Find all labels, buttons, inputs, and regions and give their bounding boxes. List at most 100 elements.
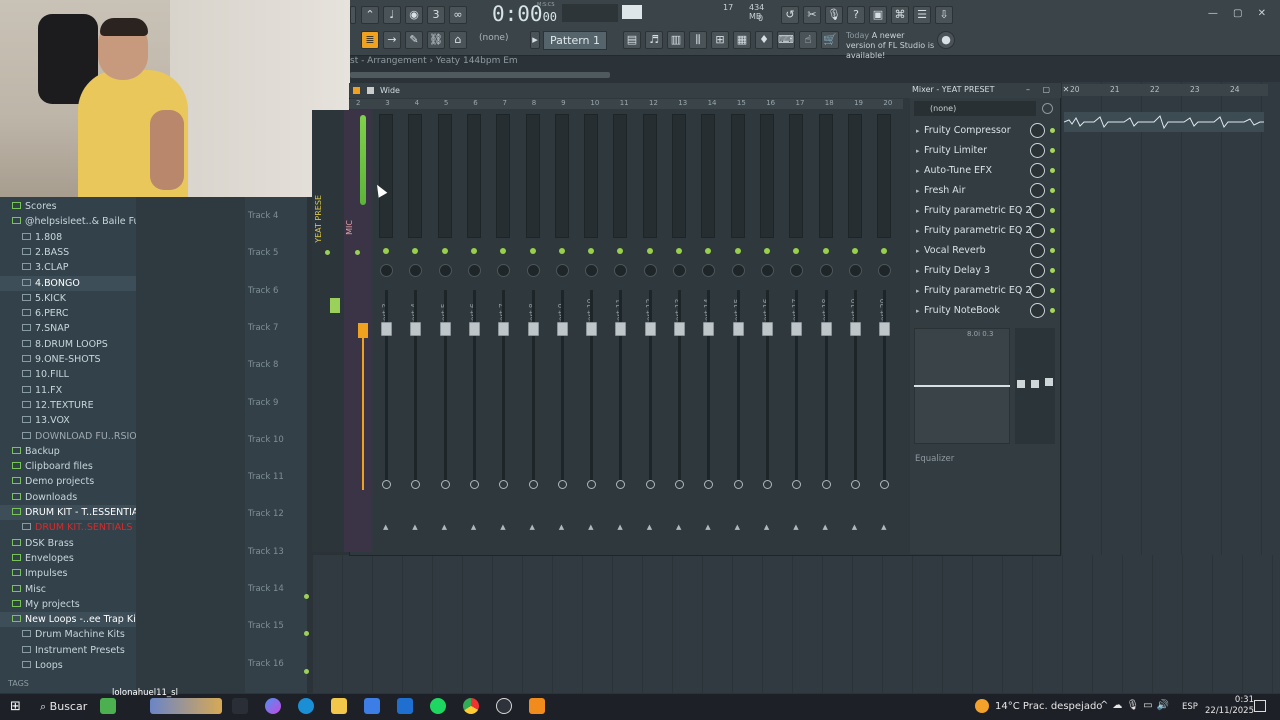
slot-expand-icon[interactable]: ▸ [916, 182, 920, 200]
track-enable-led[interactable] [304, 631, 309, 637]
effect-slot[interactable]: ▸ Fruity Compressor [913, 122, 1058, 140]
insert-enable-led[interactable] [470, 248, 477, 254]
insert-route-icon[interactable] [411, 480, 421, 489]
track-label[interactable]: Track 5 [248, 248, 278, 258]
browser-item[interactable]: 13.VOX [0, 413, 136, 428]
plugin-icon[interactable]: ⌘ [891, 6, 909, 24]
insert-enable-led[interactable] [851, 248, 858, 254]
master-enable-led[interactable] [325, 250, 330, 255]
track-enable-led[interactable] [304, 668, 309, 674]
download-icon[interactable]: ⇩ [935, 6, 953, 24]
insert-strip[interactable]: Insert 3▲ [373, 110, 400, 550]
browser-item[interactable]: DRUM KIT - T..ESSENTIALS [0, 505, 136, 520]
insert-route-icon[interactable] [880, 480, 890, 489]
insert-route-icon[interactable] [762, 480, 772, 489]
slot-expand-icon[interactable]: ▸ [916, 262, 920, 280]
browser-item[interactable]: Envelopes [0, 551, 136, 566]
insert-fader[interactable] [732, 322, 744, 336]
insert-pan-knob[interactable] [467, 264, 481, 277]
slot-mix-knob[interactable] [1030, 203, 1045, 218]
master-strip[interactable] [312, 110, 344, 552]
slot-enable-led[interactable] [1050, 148, 1055, 153]
insert-send-arrow-icon[interactable]: ▲ [500, 523, 505, 531]
slot-enable-led[interactable] [1050, 208, 1055, 213]
insert-send-arrow-icon[interactable]: ▲ [471, 523, 476, 531]
slot-expand-icon[interactable]: ▸ [916, 222, 920, 240]
slot-expand-icon[interactable]: ▸ [916, 282, 920, 300]
output-knob-icon[interactable] [1042, 103, 1053, 114]
insert-route-icon[interactable] [675, 480, 684, 489]
insert-fader[interactable] [381, 322, 392, 336]
eq-low-slider[interactable] [1017, 380, 1025, 388]
insert-send-arrow-icon[interactable]: ▲ [881, 523, 886, 531]
insert-send-arrow-icon[interactable]: ▲ [412, 523, 417, 531]
insert-pan-knob[interactable] [438, 264, 452, 277]
next-arrow-icon[interactable]: → [383, 31, 401, 49]
insert-send-arrow-icon[interactable]: ▲ [530, 523, 535, 531]
mixer-menu-icon[interactable] [353, 87, 360, 94]
insert-strip[interactable]: Insert 15▲ [725, 110, 752, 550]
slot-mix-knob[interactable] [1030, 263, 1045, 278]
plugin-picker-icon[interactable]: ♦ [755, 31, 773, 49]
loop-record-icon[interactable]: ∞ [449, 6, 467, 24]
insert-send-arrow-icon[interactable]: ▲ [676, 523, 681, 531]
browser-item[interactable]: 10.FILL [0, 367, 136, 382]
insert-send-arrow-icon[interactable]: ▲ [764, 523, 769, 531]
track-label[interactable]: Track 13 [248, 547, 284, 557]
insert-strip[interactable]: Insert 17▲ [783, 110, 810, 550]
eq-mid-slider[interactable] [1031, 380, 1039, 388]
insert-send-arrow-icon[interactable]: ▲ [617, 523, 622, 531]
track-label[interactable]: Track 12 [248, 509, 284, 519]
windows-start-icon[interactable]: ⊞ [10, 699, 21, 714]
insert-strip[interactable]: Insert 16▲ [754, 110, 781, 550]
track-enable-led[interactable] [304, 594, 309, 599]
insert-route-icon[interactable] [616, 480, 626, 489]
browser-item[interactable]: DOWNLOAD FU..RSION HERE [0, 429, 136, 444]
pencil-icon[interactable]: ✎ [405, 31, 423, 49]
slot-mix-knob[interactable] [1030, 123, 1045, 138]
insert-pan-knob[interactable] [585, 264, 599, 277]
slot-expand-icon[interactable]: ▸ [916, 202, 920, 220]
insert-strip[interactable]: Insert 11▲ [607, 110, 634, 550]
insert-fader[interactable] [644, 322, 656, 336]
insert-enable-led[interactable] [734, 248, 741, 254]
browser-item[interactable]: @helpsisleet..& Baile Funk) [0, 214, 136, 229]
chrome-icon[interactable] [463, 698, 479, 714]
channel-rack-icon[interactable]: ▥ [667, 31, 685, 49]
save-icon[interactable]: ▣ [869, 6, 887, 24]
insert-enable-led[interactable] [441, 248, 448, 254]
insert-strip[interactable]: Insert 6▲ [461, 110, 488, 550]
mixer-icon[interactable]: ⫼ [689, 31, 707, 49]
slot-enable-led[interactable] [1050, 188, 1055, 193]
insert-strip[interactable]: Insert 9▲ [549, 110, 576, 550]
slot-mix-knob[interactable] [1030, 303, 1045, 318]
system-tray-icons[interactable]: ^☁🎙▭🔊 [1100, 700, 1173, 711]
breadcrumb[interactable]: st - Arrangement › Yeaty 144bpm Em [350, 56, 518, 66]
mixer-layout-icon[interactable] [367, 87, 374, 94]
insert-fader[interactable] [439, 322, 451, 336]
insert-fader[interactable] [791, 322, 803, 336]
slot-mix-knob[interactable] [1030, 143, 1045, 158]
effect-slot[interactable]: ▸ Vocal Reverb [913, 242, 1058, 260]
insert-send-arrow-icon[interactable]: ▲ [442, 523, 447, 531]
slot-expand-icon[interactable]: ▸ [916, 142, 920, 160]
insert-send-arrow-icon[interactable]: ▲ [705, 523, 710, 531]
insert-pan-knob[interactable] [643, 264, 657, 277]
audio-clip[interactable] [1063, 112, 1264, 132]
update-logo-icon[interactable]: ● [937, 31, 955, 49]
insert-enable-led[interactable] [763, 248, 770, 254]
effect-slot[interactable]: ▸ Fruity parametric EQ 2 [913, 202, 1058, 220]
countdown-icon[interactable]: 3 [427, 6, 445, 24]
insert-strip[interactable]: Insert 19▲ [842, 110, 869, 550]
mic-enable-led[interactable] [355, 250, 360, 255]
slot-enable-led[interactable] [1050, 268, 1055, 273]
effect-slot[interactable]: ▸ Fruity Delay 3 [913, 262, 1058, 280]
browser-item[interactable]: Downloads [0, 490, 136, 505]
track-label[interactable]: Track 10 [248, 435, 284, 445]
channel-settings-icon[interactable]: ⊞ [711, 31, 729, 49]
insert-route-icon[interactable] [821, 480, 831, 489]
effect-slot[interactable]: ▸ Fruity Limiter [913, 142, 1058, 160]
master-fader[interactable] [330, 298, 340, 313]
browser-item[interactable]: Misc [0, 582, 136, 597]
taskbar-search[interactable]: ⌕ Buscar [40, 700, 87, 714]
